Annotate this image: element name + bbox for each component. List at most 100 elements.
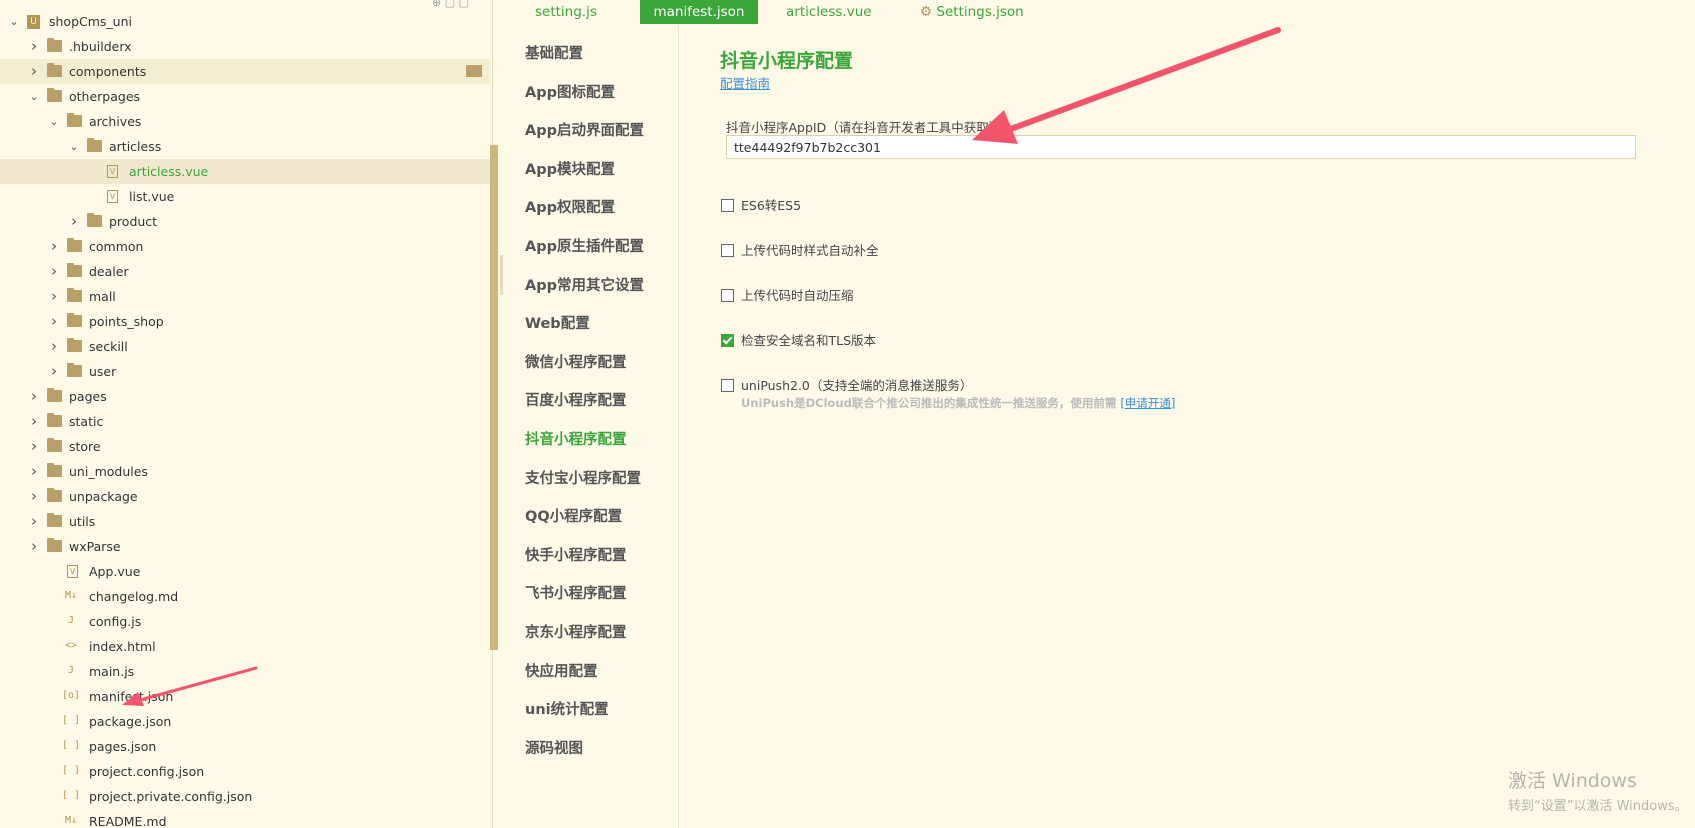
chevron-right-icon[interactable]: ›: [48, 284, 60, 309]
chevron-down-icon[interactable]: ⌄: [48, 109, 60, 134]
tree-item-articless[interactable]: ⌄ articless: [0, 134, 490, 159]
check-domain-tls-checkbox[interactable]: [721, 334, 734, 347]
config-guide-link[interactable]: 配置指南: [720, 73, 770, 92]
chevron-right-icon[interactable]: ›: [28, 409, 40, 434]
json-file-icon: [ ]: [62, 715, 81, 726]
nav-item-10[interactable]: 抖音小程序配置: [525, 428, 627, 449]
page-title: 抖音小程序配置: [720, 50, 854, 72]
nav-item-6[interactable]: App常用其它设置: [525, 274, 644, 295]
tree-item-store[interactable]: › store: [0, 434, 490, 459]
tree-item-components[interactable]: › components: [0, 59, 490, 84]
tab-articless-vue[interactable]: articless.vue: [786, 0, 872, 24]
tree-item-project-private-config-json[interactable]: [ ] project.private.config.json: [0, 784, 490, 809]
file-explorer: ⌄ UshopCms_uni › .hbuilderx › components ⌄ othe…: [0, 0, 493, 828]
chevron-right-icon[interactable]: ›: [28, 459, 40, 484]
chevron-right-icon[interactable]: ›: [48, 334, 60, 359]
explorer-scrollbar[interactable]: [490, 145, 498, 650]
chevron-right-icon[interactable]: ›: [68, 209, 80, 234]
chevron-down-icon[interactable]: ⌄: [28, 84, 40, 109]
chevron-right-icon[interactable]: ›: [28, 384, 40, 409]
tree-item-label: points_shop: [89, 314, 164, 329]
tree-item-package-json[interactable]: [ ] package.json: [0, 709, 490, 734]
tree-item-articless-vue[interactable]: Varticless.vue: [0, 159, 490, 184]
nav-item-2[interactable]: App启动界面配置: [525, 119, 644, 140]
tree-item-pages[interactable]: › pages: [0, 384, 490, 409]
chevron-down-icon[interactable]: ⌄: [68, 134, 80, 159]
tree-item-archives[interactable]: ⌄ archives: [0, 109, 490, 134]
tree-item-manifest-json[interactable]: [o] manifest.json: [0, 684, 490, 709]
html-file-icon: <>: [64, 640, 78, 651]
unipush-apply-link[interactable]: [申请开通]: [1120, 396, 1175, 410]
tree-item-readme-md[interactable]: M↓ README.md: [0, 809, 490, 828]
tree-item-main-js[interactable]: Jmain.js: [0, 659, 490, 684]
tree-item-user[interactable]: › user: [0, 359, 490, 384]
auto-minify-checkbox[interactable]: [721, 289, 734, 302]
chevron-right-icon[interactable]: ›: [48, 309, 60, 334]
chevron-right-icon[interactable]: ›: [28, 534, 40, 559]
splitter-handle[interactable]: [500, 255, 503, 295]
nav-item-0[interactable]: 基础配置: [525, 42, 583, 63]
nav-item-4[interactable]: App权限配置: [525, 196, 615, 217]
tree-item-shopcms-uni[interactable]: ⌄ UshopCms_uni: [0, 9, 490, 34]
tree-item-label: wxParse: [69, 539, 121, 554]
nav-item-18[interactable]: 源码视图: [525, 737, 583, 758]
chevron-right-icon[interactable]: ›: [48, 259, 60, 284]
appid-input[interactable]: [726, 135, 1636, 159]
tree-item-points-shop[interactable]: › points_shop: [0, 309, 490, 334]
folder-icon: [47, 438, 62, 452]
style-autocomplete-checkbox[interactable]: [721, 244, 734, 257]
tree-item-index-html[interactable]: <> index.html: [0, 634, 490, 659]
tree-item-config-js[interactable]: Jconfig.js: [0, 609, 490, 634]
chevron-right-icon[interactable]: ›: [28, 59, 40, 84]
tree-item-mall[interactable]: › mall: [0, 284, 490, 309]
tree-item-changelog-md[interactable]: M↓ changelog.md: [0, 584, 490, 609]
tree-item-uni-modules[interactable]: › uni_modules: [0, 459, 490, 484]
nav-item-1[interactable]: App图标配置: [525, 81, 615, 102]
nav-item-7[interactable]: Web配置: [525, 312, 590, 333]
tree-item-utils[interactable]: › utils: [0, 509, 490, 534]
tree-item-app-vue[interactable]: V App.vue: [0, 559, 490, 584]
nav-item-11[interactable]: 支付宝小程序配置: [525, 467, 641, 488]
tree-item-static[interactable]: › static: [0, 409, 490, 434]
tree-item-dealer[interactable]: › dealer: [0, 259, 490, 284]
tab-settings-json[interactable]: ⚙ Settings.json: [920, 0, 1024, 24]
chevron-down-icon[interactable]: ⌄: [8, 9, 20, 34]
chevron-right-icon[interactable]: ›: [48, 359, 60, 384]
tree-item--hbuilderx[interactable]: › .hbuilderx: [0, 34, 490, 59]
nav-item-17[interactable]: uni统计配置: [525, 698, 609, 719]
open-folder-icon[interactable]: [466, 65, 482, 77]
tree-item-label: project.config.json: [89, 764, 205, 779]
nav-item-9[interactable]: 百度小程序配置: [525, 389, 627, 410]
tree-item-pages-json[interactable]: [ ] pages.json: [0, 734, 490, 759]
settings-content: 抖音小程序配置 配置指南 抖音小程序AppID（请在抖音开发者工具中获取） ES…: [680, 25, 1695, 828]
nav-item-16[interactable]: 快应用配置: [525, 660, 598, 681]
nav-item-8[interactable]: 微信小程序配置: [525, 351, 627, 372]
folder-icon: [67, 113, 82, 127]
chevron-right-icon[interactable]: ›: [28, 484, 40, 509]
nav-item-14[interactable]: 飞书小程序配置: [525, 582, 627, 603]
chevron-right-icon[interactable]: ›: [28, 509, 40, 534]
tree-item-unpackage[interactable]: › unpackage: [0, 484, 490, 509]
tree-item-product[interactable]: › product: [0, 209, 490, 234]
nav-item-5[interactable]: App原生插件配置: [525, 235, 644, 256]
chevron-right-icon[interactable]: ›: [28, 434, 40, 459]
unipush-checkbox[interactable]: [721, 379, 734, 392]
tree-item-project-config-json[interactable]: [ ] project.config.json: [0, 759, 490, 784]
nav-item-15[interactable]: 京东小程序配置: [525, 621, 627, 642]
chevron-right-icon[interactable]: ›: [28, 34, 40, 59]
tree-item-seckill[interactable]: › seckill: [0, 334, 490, 359]
nav-item-3[interactable]: App模块配置: [525, 158, 615, 179]
tree-item-list-vue[interactable]: Vlist.vue: [0, 184, 490, 209]
nav-item-13[interactable]: 快手小程序配置: [525, 544, 627, 565]
chevron-right-icon[interactable]: ›: [48, 234, 60, 259]
tree-item-wxparse[interactable]: › wxParse: [0, 534, 490, 559]
tree-item-label: manifest.json: [89, 689, 174, 704]
explorer-toolbar-icons[interactable]: ⊕ ▢ ▢: [432, 0, 469, 9]
tree-item-common[interactable]: › common: [0, 234, 490, 259]
tree-item-otherpages[interactable]: ⌄ otherpages: [0, 84, 490, 109]
tab-setting-js[interactable]: setting.js: [535, 0, 597, 24]
nav-item-12[interactable]: QQ小程序配置: [525, 505, 622, 526]
es6-checkbox[interactable]: [721, 199, 734, 212]
appid-label: 抖音小程序AppID（请在抖音开发者工具中获取）: [726, 120, 1002, 135]
tab-manifest-json[interactable]: manifest.json: [640, 0, 758, 24]
